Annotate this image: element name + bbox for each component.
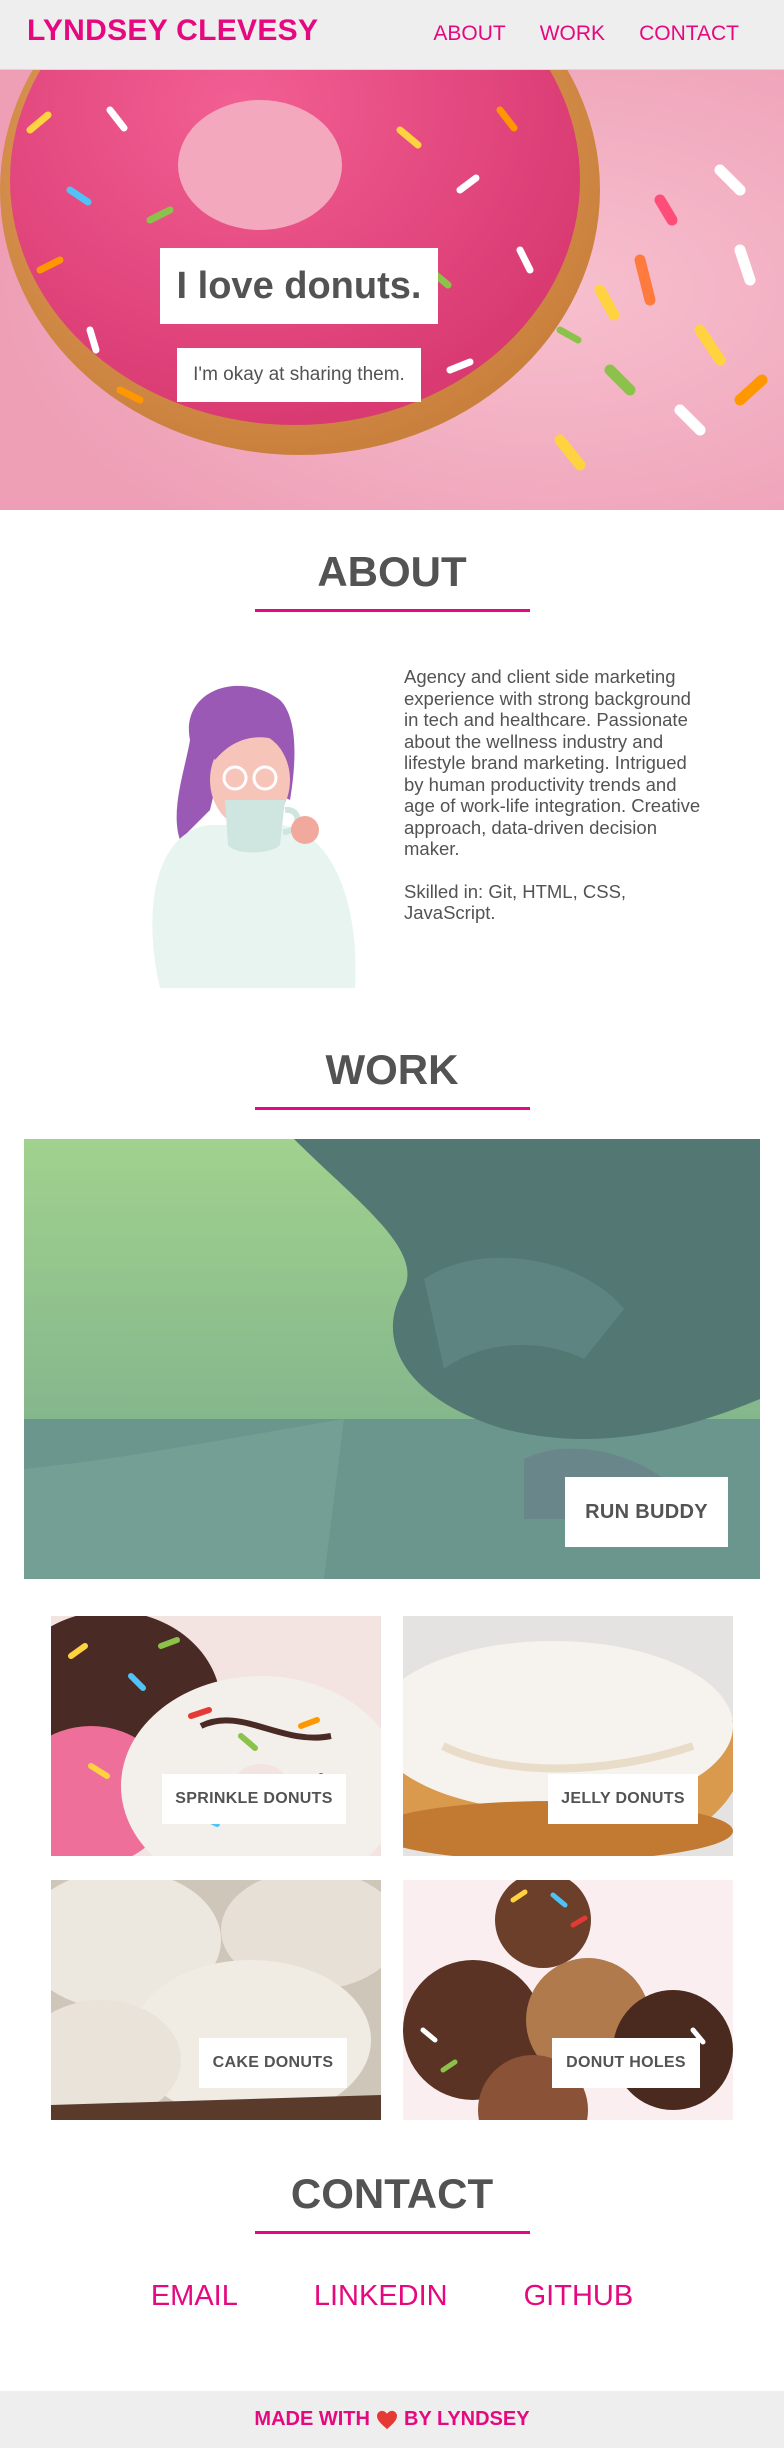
project-card-jelly-donuts[interactable]: JELLY DONUTS (403, 1616, 733, 1856)
site-header: LYNDSEY CLEVESY ABOUT WORK CONTACT (0, 0, 784, 70)
run-buddy-label: RUN BUDDY (565, 1477, 728, 1547)
work-divider (255, 1107, 530, 1110)
sprinkle-donuts-label: SPRINKLE DONUTS (162, 1774, 346, 1824)
contact-link-email[interactable]: EMAIL (151, 2280, 238, 2313)
project-card-run-buddy[interactable]: RUN BUDDY (24, 1139, 760, 1579)
hero-title: I love donuts. (160, 248, 438, 324)
hero-banner: I love donuts. I'm okay at sharing them. (0, 70, 784, 510)
about-heading: ABOUT (317, 548, 467, 595)
work-heading: WORK (325, 1046, 459, 1093)
footer-prefix: MADE WITH (254, 2408, 370, 2430)
project-card-donut-holes[interactable]: DONUT HOLES (403, 1880, 733, 2120)
about-skills-text: Skilled in: Git, HTML, CSS, JavaScript. (404, 880, 627, 924)
about-bio-text: Agency and client side marketing experie… (404, 666, 701, 859)
site-footer: MADE WITH BY LYNDSEY (0, 2391, 784, 2448)
contact-links: EMAIL LINKEDIN GITHUB (0, 2280, 784, 2313)
heart-icon (376, 2410, 397, 2429)
contact-link-linkedin[interactable]: LINKEDIN (314, 2280, 448, 2313)
hero-subtitle: I'm okay at sharing them. (177, 348, 421, 402)
nav-link-work[interactable]: WORK (540, 22, 605, 46)
contact-heading: CONTACT (290, 2170, 494, 2217)
main-nav: ABOUT WORK CONTACT (433, 22, 739, 46)
about-divider (255, 609, 530, 612)
cake-donuts-label: CAKE DONUTS (199, 2038, 347, 2088)
brand-logo-link[interactable]: LYNDSEY CLEVESY (27, 14, 318, 48)
nav-link-contact[interactable]: CONTACT (639, 22, 739, 46)
donut-holes-label: DONUT HOLES (552, 2038, 700, 2088)
project-card-cake-donuts[interactable]: CAKE DONUTS (51, 1880, 381, 2120)
profile-illustration (152, 685, 356, 988)
nav-link-about[interactable]: ABOUT (433, 22, 505, 46)
footer-suffix: BY LYNDSEY (403, 2408, 530, 2430)
contact-divider (255, 2231, 530, 2234)
jelly-donuts-label: JELLY DONUTS (548, 1774, 698, 1824)
project-card-sprinkle-donuts[interactable]: SPRINKLE DONUTS (51, 1616, 381, 1856)
contact-link-github[interactable]: GITHUB (524, 2280, 634, 2313)
about-bio: Agency and client side marketing experie… (404, 666, 704, 924)
